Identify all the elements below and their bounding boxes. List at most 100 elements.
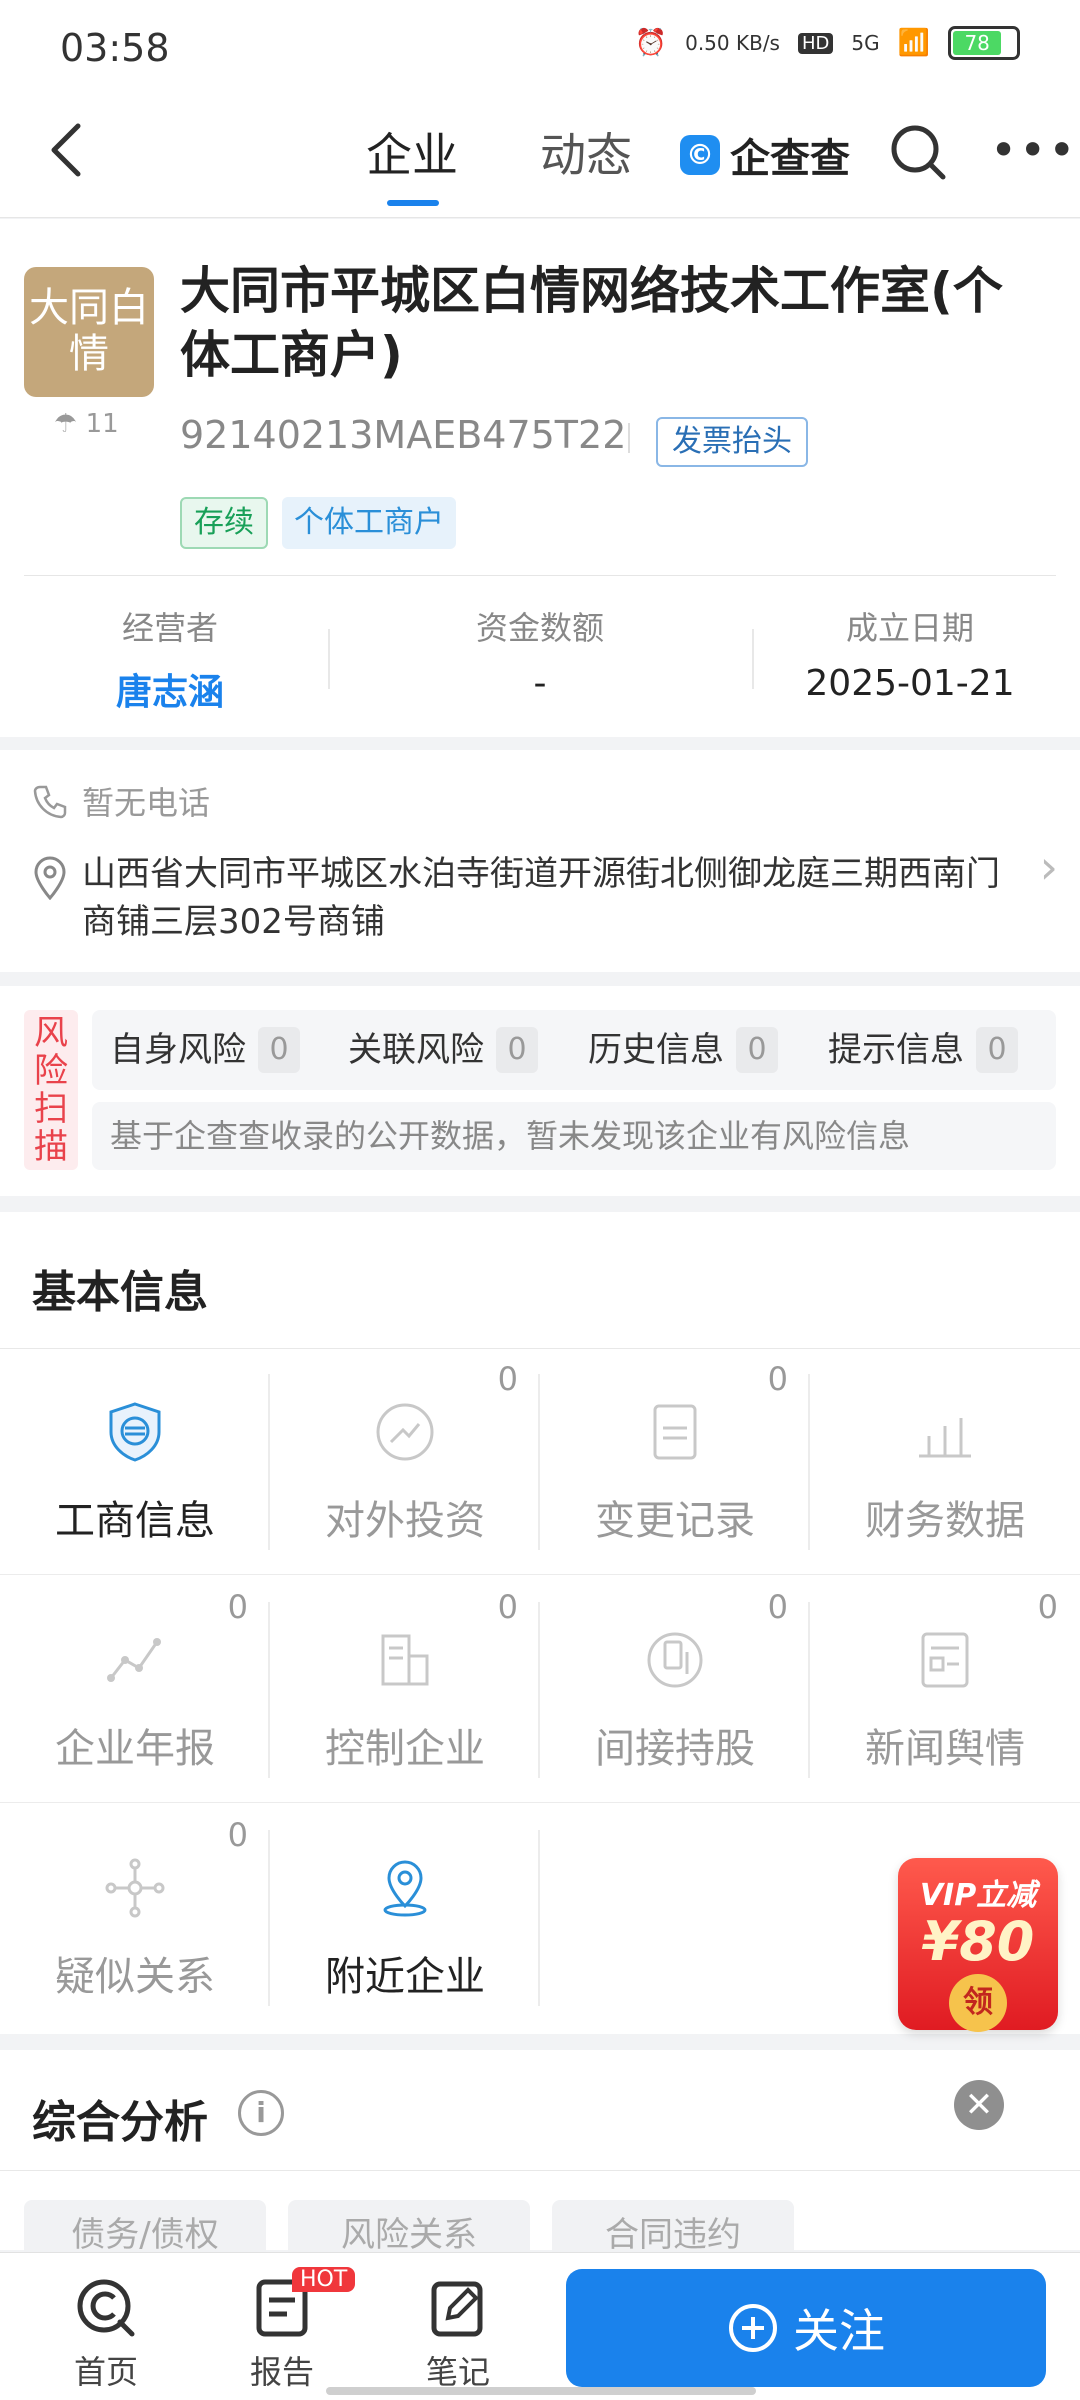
wifi-icon: 📶 bbox=[897, 28, 930, 58]
divider bbox=[538, 1830, 540, 2006]
stat-label: 经营者 bbox=[121, 609, 218, 647]
risk-count: 0 bbox=[258, 1027, 300, 1073]
company-name: 大同市平城区白情网络技术工作室(个体工商户) bbox=[180, 262, 1003, 384]
type-badge: 个体工商户 bbox=[282, 497, 456, 549]
phone-row[interactable]: 暂无电话 bbox=[32, 778, 210, 824]
brand-name: 企查查 bbox=[730, 136, 850, 182]
status-badge: 存续 bbox=[180, 497, 268, 549]
status-bar: 03:58 ⏰ 0.50 KB/s HD 5G 📶 78 bbox=[0, 0, 1080, 100]
risk-scan-label: 风险扫描 bbox=[24, 1010, 78, 1170]
risk-item-label: 自身风险 bbox=[110, 1030, 246, 1070]
risk-item-hint[interactable]: 提示信息 0 bbox=[828, 1010, 1018, 1090]
address-text: 山西省大同市平城区水泊寺街道开源街北侧御龙庭三期西南门商铺三层302号商铺 bbox=[82, 854, 1000, 942]
status-time: 03:58 bbox=[60, 26, 170, 70]
stat-label: 资金数额 bbox=[475, 609, 604, 647]
stat-value: - bbox=[533, 663, 547, 704]
trend-icon bbox=[376, 1403, 434, 1461]
cell-indirect-holding[interactable]: 0 间接持股 bbox=[540, 1576, 810, 1802]
cell-count: 0 bbox=[227, 1816, 248, 1854]
cell-nearby-company[interactable]: 附近企业 bbox=[270, 1804, 540, 2030]
risk-item-related[interactable]: 关联风险 0 bbox=[348, 1010, 538, 1090]
cell-label: 疑似关系 bbox=[55, 1954, 215, 2000]
phone-text: 暂无电话 bbox=[82, 784, 211, 822]
cell-label: 附近企业 bbox=[325, 1954, 485, 2000]
tab-company[interactable]: 企业 bbox=[366, 120, 458, 190]
risk-count: 0 bbox=[736, 1027, 778, 1073]
alarm-icon: ⏰ bbox=[634, 28, 668, 58]
address-row[interactable]: 山西省大同市平城区水泊寺街道开源街北侧御龙庭三期西南门商铺三层302号商铺 bbox=[32, 850, 1032, 946]
info-icon[interactable]: i bbox=[238, 2090, 284, 2136]
risk-card[interactable]: 风险扫描 自身风险 0 关联风险 0 历史信息 0 提示信息 0 基于企查查收录… bbox=[0, 986, 1080, 1196]
cell-annual-report[interactable]: 0 企业年报 bbox=[0, 1576, 270, 1802]
bottom-home[interactable]: 首页 bbox=[46, 2273, 166, 2393]
cell-news[interactable]: 0 新闻舆情 bbox=[810, 1576, 1080, 1802]
analysis-card: 综合分析 i ✕ 债务/债权 风险关系 合同违约 bbox=[0, 2050, 1080, 2270]
cell-label: 对外投资 bbox=[325, 1498, 485, 1544]
cell-label: 财务数据 bbox=[865, 1498, 1025, 1544]
risk-item-self[interactable]: 自身风险 0 bbox=[110, 1010, 300, 1090]
risk-summary-text: 基于企查查收录的公开数据，暂未发现该企业有风险信息 bbox=[92, 1102, 1056, 1170]
vip-label: VIP立减 bbox=[919, 1878, 1037, 1913]
tab-dynamic[interactable]: 动态 bbox=[540, 120, 632, 190]
company-card: 大同白情 ☂ 11 大同市平城区白情网络技术工作室(个体工商户) 9214021… bbox=[0, 219, 1080, 737]
nav-bar: 企业 动态 © 企查查 ••• bbox=[0, 100, 1080, 218]
cell-suspected-relation[interactable]: 0 疑似关系 bbox=[0, 1804, 270, 2030]
bottom-report[interactable]: 报告 HOT bbox=[222, 2267, 356, 2393]
vip-amount: ¥80 bbox=[921, 1910, 1035, 1973]
risk-count: 0 bbox=[496, 1027, 538, 1073]
cell-controlled-company[interactable]: 0 控制企业 bbox=[270, 1576, 540, 1802]
hot-badge: HOT bbox=[292, 2267, 356, 2292]
operator-link[interactable]: 唐志涵 bbox=[20, 663, 320, 715]
bottom-note[interactable]: 笔记 bbox=[398, 2273, 518, 2393]
battery-icon: 78 bbox=[948, 26, 1020, 60]
cell-label: 控制企业 bbox=[325, 1726, 485, 1772]
risk-item-history[interactable]: 历史信息 0 bbox=[588, 1010, 778, 1090]
cell-investment[interactable]: 0 对外投资 bbox=[270, 1348, 540, 1574]
cell-change-record[interactable]: 0 变更记录 bbox=[540, 1348, 810, 1574]
cell-label: 企业年报 bbox=[55, 1726, 215, 1772]
stat-operator[interactable]: 经营者 唐志涵 bbox=[20, 603, 320, 715]
stat-established: 成立日期 2025-01-21 bbox=[760, 603, 1060, 704]
location-pin-icon bbox=[34, 856, 66, 900]
line-icon bbox=[107, 1638, 161, 1682]
news-icon bbox=[921, 1632, 969, 1688]
credit-code[interactable]: 92140213MAEB475T22 bbox=[180, 413, 626, 457]
view-count: ☂ 11 bbox=[54, 409, 119, 439]
signal-5g-icon: 5G bbox=[851, 31, 880, 55]
chevron-right-icon[interactable]: › bbox=[1040, 840, 1058, 894]
change-icon bbox=[653, 1404, 697, 1460]
follow-button[interactable]: 关注 bbox=[566, 2269, 1046, 2387]
risk-item-label: 历史信息 bbox=[588, 1030, 724, 1070]
divider bbox=[628, 423, 630, 453]
holding-icon bbox=[647, 1632, 703, 1688]
back-icon[interactable] bbox=[46, 120, 106, 190]
net-speed: 0.50 KB/s bbox=[685, 31, 780, 55]
brand-logo[interactable]: © 企查查 bbox=[680, 122, 850, 188]
invoice-title-button[interactable]: 发票抬头 bbox=[656, 417, 808, 467]
cell-financial-data[interactable]: 财务数据 bbox=[810, 1348, 1080, 1574]
cell-business-info[interactable]: 工商信息 bbox=[0, 1348, 270, 1574]
home-indicator bbox=[326, 2387, 756, 2395]
close-icon[interactable]: ✕ bbox=[954, 2080, 1004, 2130]
risk-summary-bar: 自身风险 0 关联风险 0 历史信息 0 提示信息 0 bbox=[92, 1010, 1056, 1090]
shield-icon bbox=[109, 1402, 161, 1462]
bottom-label: 首页 bbox=[73, 2353, 138, 2391]
cell-count: 0 bbox=[497, 1588, 518, 1626]
home-logo-icon bbox=[77, 2279, 135, 2337]
more-icon[interactable]: ••• bbox=[990, 120, 1077, 180]
stat-value: 2025-01-21 bbox=[805, 663, 1015, 704]
risk-item-label: 关联风险 bbox=[348, 1030, 484, 1070]
cell-count: 0 bbox=[227, 1588, 248, 1626]
cell-label: 变更记录 bbox=[595, 1498, 755, 1544]
vip-discount-badge[interactable]: VIP立减 ¥80 领 bbox=[898, 1858, 1058, 2032]
bottom-bar: 首页 报告 HOT 笔记 关注 bbox=[0, 2252, 1080, 2400]
contact-card[interactable]: 暂无电话 山西省大同市平城区水泊寺街道开源街北侧御龙庭三期西南门商铺三层302号… bbox=[0, 750, 1080, 972]
search-icon[interactable] bbox=[888, 122, 948, 182]
hd-icon: HD bbox=[797, 32, 834, 54]
plus-circle-icon bbox=[729, 2304, 777, 2352]
network-icon bbox=[105, 1858, 165, 1918]
divider bbox=[328, 629, 330, 689]
risk-item-label: 提示信息 bbox=[828, 1030, 964, 1070]
risk-count: 0 bbox=[976, 1027, 1018, 1073]
cell-label: 新闻舆情 bbox=[865, 1726, 1025, 1772]
